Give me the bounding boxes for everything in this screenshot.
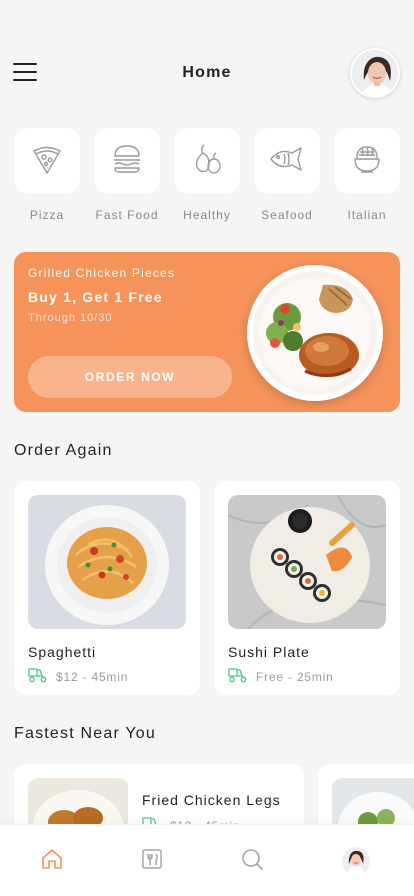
category-label: Healthy (183, 208, 231, 222)
category-seafood[interactable]: Seafood (254, 128, 320, 222)
category-fast-food[interactable]: Fast Food (94, 128, 160, 222)
category-tile (174, 128, 240, 194)
category-tile (334, 128, 400, 194)
order-now-button[interactable]: ORDER NOW (28, 356, 232, 398)
item-meta: Free - 25min (228, 667, 334, 686)
delivery-scooter-icon (28, 667, 48, 686)
order-again-card-sushi[interactable]: Sushi Plate Free - 25min (214, 481, 400, 695)
tab-home[interactable] (38, 847, 66, 875)
noodle-bowl-icon (349, 141, 385, 182)
spaghetti-image (28, 495, 186, 629)
tab-profile[interactable] (342, 847, 370, 875)
category-label: Fast Food (95, 208, 159, 222)
promo-title: Buy 1, Get 1 Free (28, 289, 163, 305)
category-tile (254, 128, 320, 194)
user-avatar[interactable] (350, 48, 400, 98)
promo-kicker: Grilled Chicken Pieces (28, 266, 176, 280)
price-time: Free - 25min (256, 669, 334, 684)
item-name: Sushi Plate (228, 644, 310, 660)
vegetable-icon (189, 141, 225, 182)
home-icon (40, 847, 64, 876)
category-tile (94, 128, 160, 194)
pizza-icon (29, 141, 65, 182)
fastest-near-you-title: Fastest Near You (14, 725, 156, 742)
category-healthy[interactable]: Healthy (174, 128, 240, 222)
item-name: Spaghetti (28, 644, 97, 660)
tab-search[interactable] (238, 847, 266, 875)
category-list: Pizza Fast Food Healthy Seafood Italian (14, 128, 414, 222)
tab-menu[interactable] (138, 847, 166, 875)
category-label: Pizza (29, 208, 65, 222)
sushi-plate-image (228, 495, 386, 629)
promo-subtitle: Through 10/30 (28, 312, 113, 324)
burger-icon (109, 141, 145, 182)
category-tile (14, 128, 80, 194)
category-label: Italian (347, 208, 387, 222)
bottom-tab-bar (0, 824, 414, 896)
top-header: Home (0, 48, 414, 100)
item-meta: $12 - 45min (28, 667, 128, 686)
fish-icon (268, 141, 306, 182)
delivery-scooter-icon (228, 667, 248, 686)
search-icon (240, 847, 264, 876)
price-time: $12 - 45min (56, 669, 129, 684)
order-again-title: Order Again (14, 442, 113, 459)
promo-banner[interactable]: Grilled Chicken Pieces Buy 1, Get 1 Free… (14, 252, 400, 412)
profile-avatar (342, 847, 370, 875)
menu-book-icon (140, 847, 164, 876)
item-name: Fried Chicken Legs (142, 792, 281, 808)
grilled-chicken-plate-image (247, 265, 383, 401)
category-label: Seafood (261, 208, 313, 222)
order-again-card-spaghetti[interactable]: Spaghetti $12 - 45min (14, 481, 200, 695)
category-italian[interactable]: Italian (334, 128, 400, 222)
category-pizza[interactable]: Pizza (14, 128, 80, 222)
